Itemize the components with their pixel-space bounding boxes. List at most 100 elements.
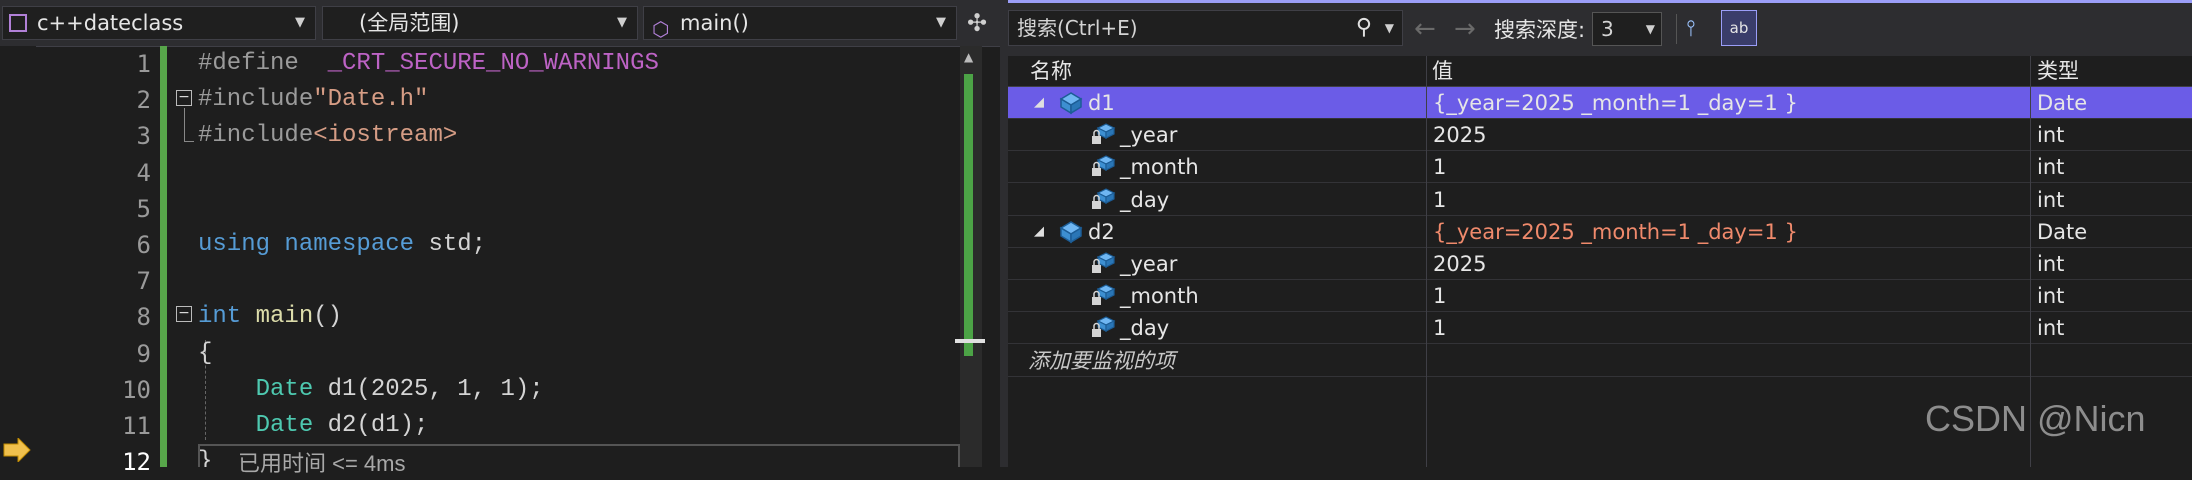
pane-divider[interactable] xyxy=(1000,0,1008,467)
function-dropdown[interactable]: ⬡ main() ▼ xyxy=(643,6,957,40)
watch-search-input[interactable]: 搜索(Ctrl+E) ⚲ ▼ xyxy=(1008,10,1403,46)
code-token: namespace xyxy=(284,231,429,258)
search-depth-value: 3 xyxy=(1601,17,1614,41)
private-field-icon xyxy=(1090,280,1116,312)
code-token: d1(2025, 1, 1); xyxy=(327,375,544,403)
watch-value[interactable]: 1 xyxy=(1433,312,1446,344)
line-number: 2 xyxy=(136,86,151,115)
project-label: c++dateclass xyxy=(37,11,184,35)
code-line: Date d2(d1); xyxy=(198,408,429,444)
search-depth-dropdown[interactable]: 3 ▼ xyxy=(1592,12,1662,46)
line-number: 5 xyxy=(136,194,151,223)
function-cube-icon: ⬡ xyxy=(652,17,670,40)
watch-row[interactable]: ◢ d2 {_year=2025 _month=1 _day=1 } Date xyxy=(1008,216,2192,248)
scroll-up-icon[interactable]: ▲ xyxy=(964,50,973,64)
private-field-icon xyxy=(1090,151,1116,183)
watch-row[interactable]: _day 1 int xyxy=(1008,312,2192,345)
column-header-type[interactable]: 类型 xyxy=(2037,56,2079,86)
line-number: 6 xyxy=(136,231,151,259)
code-line: #include"Date.h" xyxy=(198,82,428,118)
watch-type: int xyxy=(2037,252,2065,276)
breakpoint-gutter[interactable] xyxy=(0,46,36,467)
watermark: CSDN @Nicn xyxy=(1925,398,2146,439)
watch-value[interactable]: 1 xyxy=(1433,184,1446,216)
watch-type: int xyxy=(2037,284,2065,309)
watch-value[interactable]: {_year=2025 _month=1 _day=1 } xyxy=(1433,87,1798,119)
watch-value[interactable]: {_year=2025 _month=1 _day=1 } xyxy=(1433,216,1798,248)
search-depth-label: 搜索深度: xyxy=(1494,18,1586,42)
column-header-name[interactable]: 名称 xyxy=(1030,56,1072,86)
project-icon xyxy=(9,14,27,32)
watch-value[interactable]: 2025 xyxy=(1433,248,1486,280)
expand-triangle-icon[interactable]: ◢ xyxy=(1034,216,1044,248)
column-separator[interactable] xyxy=(1426,56,1427,467)
back-arrow-icon[interactable]: ← xyxy=(1414,12,1436,46)
code-line: Date d1(2025, 1, 1); xyxy=(198,372,544,408)
watch-type: int xyxy=(2037,155,2065,180)
code-token: Date xyxy=(198,375,328,403)
code-token: using xyxy=(198,231,285,258)
watch-value[interactable]: 1 xyxy=(1433,280,1446,312)
project-dropdown[interactable]: c++dateclass ▼ xyxy=(2,6,316,40)
object-icon xyxy=(1058,87,1084,119)
toolbar-separator xyxy=(1676,14,1677,44)
line-number: 1 xyxy=(136,50,151,78)
code-line: int main() xyxy=(198,299,342,335)
line-number: 7 xyxy=(136,267,151,296)
line-number: 4 xyxy=(136,158,151,187)
code-token: #include xyxy=(198,122,314,150)
chevron-down-icon: ▼ xyxy=(295,15,305,30)
expand-triangle-icon[interactable]: ◢ xyxy=(1034,87,1044,119)
code-area[interactable]: #define _CRT_SECURE_NO_WARNINGS #include"… xyxy=(176,46,966,467)
watch-row[interactable]: _year 2025 int xyxy=(1008,248,2192,280)
scrollbar-map-marker xyxy=(964,74,973,356)
watch-row[interactable]: _day 1 int xyxy=(1008,184,2192,216)
column-header-value[interactable]: 值 xyxy=(1432,56,1453,86)
code-token: () xyxy=(313,303,343,331)
code-token: { xyxy=(198,339,213,367)
code-line: using namespace std; xyxy=(198,227,486,263)
editor-navigation-bar: c++dateclass ▼ (全局范围) ▼ ⬡ main() ▼ ✣ xyxy=(0,0,1000,47)
watch-row[interactable]: _month 1 int xyxy=(1008,151,2192,184)
code-line: { xyxy=(198,336,212,372)
code-token: #include xyxy=(198,86,314,114)
caret-position-marker xyxy=(955,339,985,343)
code-line: #include<iostream> xyxy=(198,118,457,154)
private-field-icon xyxy=(1090,184,1116,216)
watch-type: Date xyxy=(2037,91,2088,115)
forward-arrow-icon[interactable]: → xyxy=(1454,12,1476,46)
code-token: Date xyxy=(198,412,328,439)
code-token: "Date.h" xyxy=(313,86,429,114)
watch-type: int xyxy=(2037,123,2065,148)
chevron-down-icon[interactable]: ▼ xyxy=(1385,11,1394,45)
watch-row[interactable]: ◢ d1 {_year=2025 _month=1 _day=1 } Date xyxy=(1008,87,2192,119)
watch-row[interactable]: _year 2025 int xyxy=(1008,119,2192,152)
line-number: 12 xyxy=(122,448,151,477)
split-window-icon[interactable]: ✣ xyxy=(962,6,992,40)
code-token: d2(d1); xyxy=(327,412,429,439)
watch-name: _day xyxy=(1120,316,1170,341)
watch-name: _year xyxy=(1120,252,1178,276)
add-watch-placeholder[interactable]: 添加要监视的项 xyxy=(1028,345,1175,377)
line-number: 8 xyxy=(136,303,151,332)
watch-name: d1 xyxy=(1088,91,1115,115)
watch-row[interactable]: _month 1 int xyxy=(1008,280,2192,313)
watch-value[interactable]: 1 xyxy=(1433,151,1446,183)
hex-display-toggle-icon[interactable]: ab xyxy=(1721,10,1757,46)
line-number: 11 xyxy=(122,412,151,440)
watch-value[interactable]: 2025 xyxy=(1433,119,1486,151)
line-numbers: 1 2 3 4 5 6 7 8 9 10 11 12 xyxy=(36,46,151,476)
pin-icon[interactable]: ⫯ xyxy=(1686,14,1696,44)
function-label: main() xyxy=(680,11,749,35)
code-token: int xyxy=(198,303,256,331)
chevron-down-icon: ▼ xyxy=(617,15,627,30)
elapsed-time-hint: 已用时间 <= 4ms xyxy=(238,451,406,476)
scope-dropdown[interactable]: (全局范围) ▼ xyxy=(322,6,638,40)
code-token: std; xyxy=(428,231,487,258)
search-icon[interactable]: ⚲ xyxy=(1356,11,1372,45)
code-token: <iostream> xyxy=(313,122,458,150)
add-watch-row[interactable]: 添加要监视的项 xyxy=(1008,345,2192,377)
line-number: 9 xyxy=(136,339,151,368)
code-line: #define _CRT_SECURE_NO_WARNINGS xyxy=(198,46,659,82)
object-icon xyxy=(1058,216,1084,248)
